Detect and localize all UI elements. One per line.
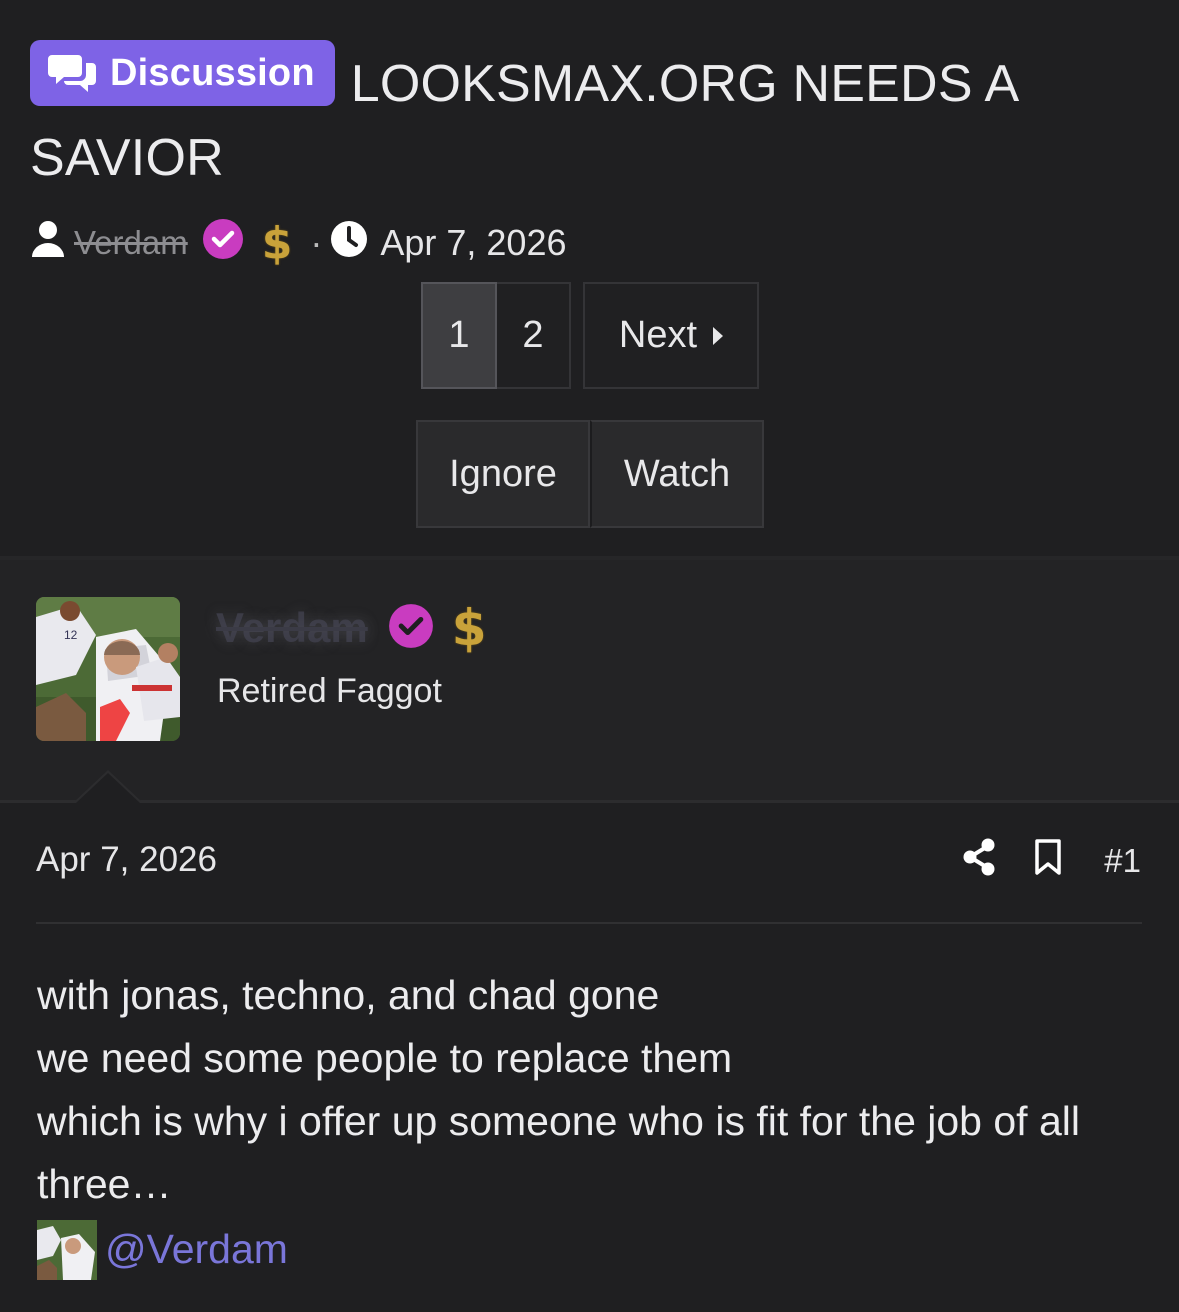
post-body: with jonas, techno, and chad gone we nee… [37,964,1147,1281]
thread-date[interactable]: Apr 7, 2026 [380,222,566,264]
clock-icon [330,220,368,267]
dollar-icon: $ [451,599,487,657]
post-number[interactable]: #1 [1104,842,1141,880]
user-title: Retired Faggot [217,672,442,710]
user-icon [30,219,66,268]
page-1-button[interactable]: 1 [421,282,497,389]
post-user-block: 12 Verdam $ Retired Faggot [0,560,1179,800]
mention-link[interactable]: @Verdam [105,1218,288,1281]
post-username-row: Verdam $ [216,598,499,658]
post-line: we need some people to replace them [37,1035,733,1081]
page-2-button[interactable]: 2 [497,282,571,389]
meta-separator: · [310,222,323,263]
thread-author[interactable]: Verdam [74,224,188,262]
avatar[interactable]: 12 [36,597,180,741]
divider [0,800,1179,803]
pagination: 1 2 Next [421,282,759,389]
post-line: with jonas, techno, and chad gone [37,972,660,1018]
next-label: Next [618,314,698,356]
thread-actions: Ignore Watch [416,420,764,528]
thread-meta: Verdam $ · Apr 7, 2026 [30,215,1149,271]
svg-text:12: 12 [64,628,78,642]
user-mention[interactable]: @Verdam [37,1218,1147,1281]
chat-bubbles-icon [48,51,98,95]
dollar-icon: $ [261,217,293,269]
thread-page: Discussion LOOKSMAX.ORG NEEDS A SAVIOR V… [0,0,1179,1312]
post-username[interactable]: Verdam [216,604,368,652]
thread-header: Discussion LOOKSMAX.ORG NEEDS A SAVIOR V… [0,0,1179,271]
next-page-button[interactable]: Next [583,282,759,389]
ignore-button[interactable]: Ignore [416,420,590,528]
post-date[interactable]: Apr 7, 2026 [36,840,217,880]
prefix-badge[interactable]: Discussion [30,40,335,106]
mention-avatar [37,1219,97,1280]
prefix-label: Discussion [110,52,315,94]
divider [36,922,1142,924]
bookmark-icon[interactable] [1034,838,1062,884]
post-line: which is why i offer up someone who is f… [37,1098,1080,1207]
post-tools: #1 [962,838,1141,884]
caret-right-icon [713,326,724,345]
verified-check-icon [202,218,244,269]
watch-button[interactable]: Watch [590,420,764,528]
thread-title-line: Discussion LOOKSMAX.ORG NEEDS A SAVIOR [30,40,1149,195]
user-arrow-inner [76,773,140,803]
share-icon[interactable] [962,838,996,884]
verified-check-icon [388,603,434,654]
